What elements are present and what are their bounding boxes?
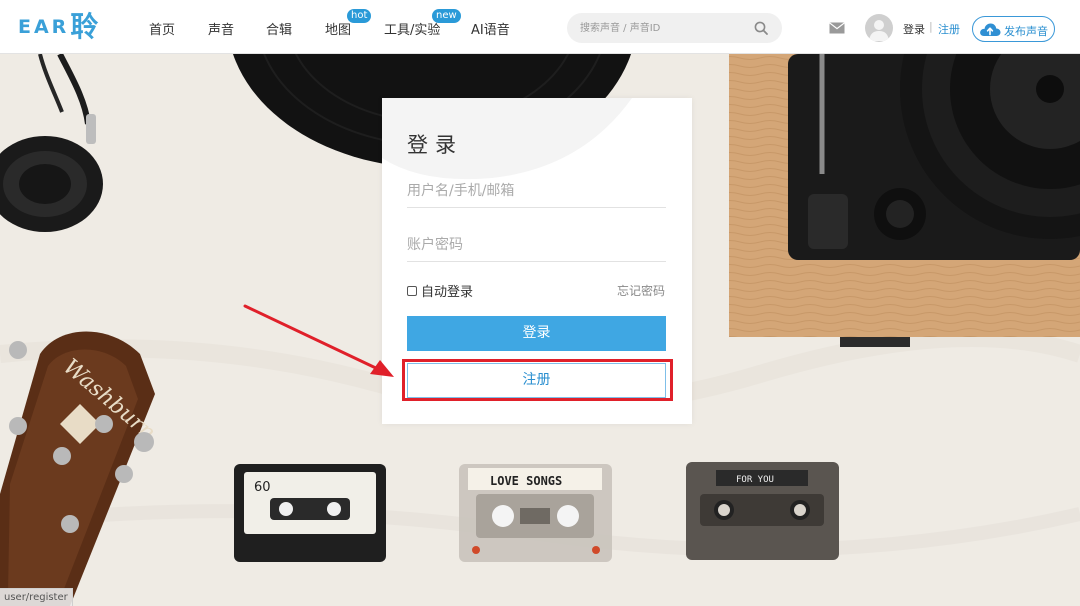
cassette-1-label: 60 [254, 480, 271, 495]
nav-item-label: 首页 [149, 23, 176, 38]
site-logo[interactable]: EAR 聆 [18, 10, 98, 44]
username-field [407, 174, 666, 208]
logo-cjk-text: 聆 [70, 10, 99, 43]
login-title: 登录 [407, 133, 463, 157]
logo-latin-text: EAR [18, 16, 70, 38]
top-navigation-bar: EAR 聆 首页 声音 合辑 地图 hot 工具/实验 new AI语音 登录 [0, 0, 1080, 54]
auto-login-label: 自动登录 [421, 285, 474, 300]
password-field [407, 228, 666, 262]
hot-badge: hot [347, 9, 372, 23]
upload-sound-button[interactable]: 发布声音 [972, 16, 1055, 42]
login-link[interactable]: 登录 [903, 21, 925, 37]
nav-item-sounds[interactable]: 声音 [208, 19, 234, 38]
nav-item-label: AI语音 [471, 23, 510, 38]
nav-item-tools[interactable]: 工具/实验 new [384, 9, 461, 38]
search-input[interactable] [580, 20, 745, 36]
password-input[interactable] [407, 234, 666, 256]
turntable-image [729, 54, 1080, 347]
link-separator: | [929, 20, 933, 33]
nav-item-label: 合辑 [266, 23, 293, 38]
cassette-2-label: LOVE SONGS [490, 474, 562, 488]
nav-item-map[interactable]: 地图 hot [325, 9, 372, 38]
headphones-image [0, 54, 103, 232]
nav-item-label: 地图 [325, 23, 352, 38]
cloud-upload-icon [980, 23, 1001, 36]
auto-login-option[interactable]: 自动登录 [407, 281, 473, 300]
nav-item-ai-voice[interactable]: AI语音 [471, 19, 510, 38]
upload-sound-label: 发布声音 [1004, 25, 1048, 38]
search-box [567, 13, 782, 43]
auto-login-checkbox[interactable] [407, 285, 417, 296]
mail-icon[interactable] [829, 22, 845, 34]
forgot-password-link[interactable]: 忘记密码 [617, 282, 665, 299]
register-link[interactable]: 注册 [938, 21, 960, 37]
nav-item-label: 工具/实验 [384, 23, 441, 38]
guitar-headstock-image: Washburn [0, 331, 160, 606]
cassette-3-label: FOR YOU [736, 475, 774, 485]
cassette-tape-3-image: FOR YOU [686, 462, 839, 560]
user-avatar-icon[interactable] [865, 14, 893, 42]
new-badge: new [432, 9, 461, 23]
register-highlight-box [402, 359, 673, 401]
cassette-tape-2-image: LOVE SONGS [459, 464, 612, 562]
status-bar-url: user/register [0, 588, 73, 606]
username-input[interactable] [407, 180, 666, 202]
nav-item-label: 声音 [208, 23, 235, 38]
search-icon[interactable] [753, 20, 769, 36]
nav-item-albums[interactable]: 合辑 [266, 19, 292, 38]
nav-item-home[interactable]: 首页 [149, 19, 175, 38]
login-button[interactable]: 登录 [407, 316, 666, 351]
cassette-tape-1-image: 60 [234, 464, 386, 562]
